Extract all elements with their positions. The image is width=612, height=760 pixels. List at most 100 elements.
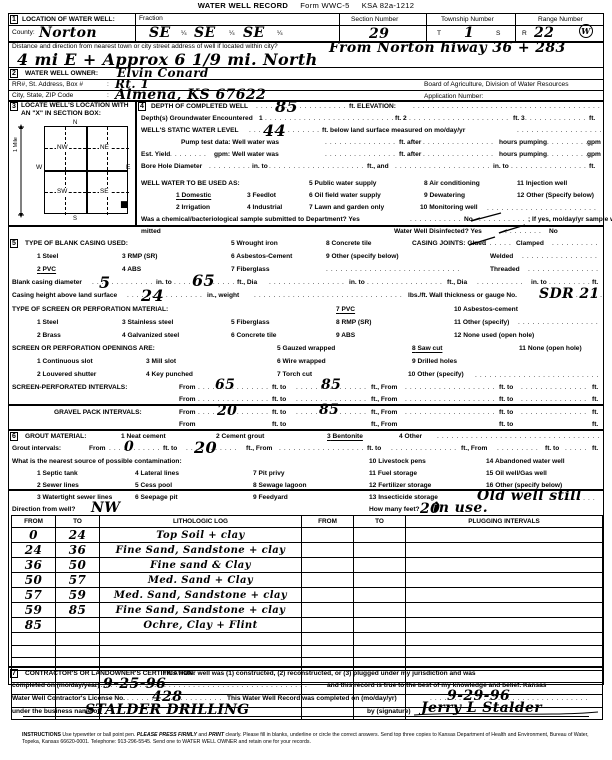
casing-type-5[interactable]: 5 Wrought iron [231,240,278,247]
log-cell-description[interactable]: Top Soil + clay [99,527,302,544]
screen-type-5[interactable]: 5 Fiberglass [231,319,270,326]
screen-type-7[interactable]: 7 PVC [336,306,355,313]
section-box[interactable]: NW NE SW SE ■ [44,126,129,215]
log-cell-from[interactable]: 0 [11,527,56,544]
plug-cell-description[interactable] [405,527,603,544]
fraction-quarter-3[interactable]: SE [243,25,265,41]
water-use-10[interactable]: 10 Monitoring well [420,204,478,211]
log-cell-to[interactable] [55,617,100,634]
perf-to-1-value[interactable]: 85 [321,377,341,393]
distance-value-line1[interactable]: From Norton hiway 36 + 283 [329,40,566,56]
screen-type-8[interactable]: 8 RMP (SR) [336,319,371,326]
casing-type-6[interactable]: 6 Asbestos-Cement [231,253,292,260]
log-cell-description[interactable]: Fine Sand, Sandstone + clay [99,542,302,559]
opening-3[interactable]: 3 Mill slot [146,358,176,365]
grout-from-1-value[interactable]: 0 [124,439,134,455]
contam-source-11[interactable]: 11 Fuel storage [369,470,417,477]
water-use-6[interactable]: 6 Oil field water supply [309,192,381,199]
contam-source-4[interactable]: 4 Lateral lines [135,470,179,477]
plug-cell-to[interactable] [353,527,406,544]
log-cell-description[interactable] [99,657,302,671]
water-use-3[interactable]: 3 Feedlot [247,192,276,199]
water-use-7[interactable]: 7 Lawn and garden only [309,204,384,211]
plug-cell-description[interactable] [405,602,603,619]
fraction-quarter-1[interactable]: SE [149,25,171,41]
plug-cell-description[interactable] [405,632,603,646]
water-use-11[interactable]: 11 Injection well [517,180,567,187]
log-cell-from[interactable]: 57 [11,587,56,604]
plug-cell-from[interactable] [301,706,354,721]
contam-source-14[interactable]: 14 Abandoned water well [486,458,565,465]
opening-10[interactable]: 10 Other (specify) [408,371,464,378]
owner-city-value[interactable]: Almena, KS 67622 [115,87,266,103]
log-cell-from[interactable]: 59 [11,602,56,619]
grout-material-4[interactable]: 4 Other [399,433,422,440]
screen-type-11[interactable]: 11 Other (specify) [454,319,509,326]
log-cell-description[interactable]: Fine sand & Clay [99,557,302,574]
opening-9[interactable]: 9 Drilled holes [412,358,457,365]
opening-11[interactable]: 11 None (open hole) [519,345,582,352]
contam-source-13[interactable]: 13 Insecticide storage [369,494,438,501]
plug-cell-to[interactable] [353,617,406,634]
casing-joints-threaded[interactable]: Threaded [490,266,520,273]
casing-type-8[interactable]: 8 Concrete tile [326,240,371,247]
log-cell-description[interactable]: Fine Sand, Sandstone + clay [99,602,302,619]
contam-source-12[interactable]: 12 Fertilizer storage [369,482,431,489]
plug-cell-description[interactable] [405,587,603,604]
water-use-4[interactable]: 4 Industrial [247,204,282,211]
fraction-quarter-2[interactable]: SE [194,25,216,41]
plug-cell-from[interactable] [301,572,354,589]
casing-type-7[interactable]: 7 Fiberglass [231,266,270,273]
screen-type-1[interactable]: 1 Steel [37,319,58,326]
casing-joints-clamped[interactable]: Clamped [516,240,544,247]
plug-cell-to[interactable] [353,572,406,589]
perf-from-1-value[interactable]: 65 [215,377,235,393]
contam-source-9[interactable]: 9 Feedyard [253,494,288,501]
plug-cell-from[interactable] [301,602,354,619]
plug-cell-from[interactable] [301,632,354,646]
plug-cell-to[interactable] [353,602,406,619]
gravel-from-1-value[interactable]: 20 [217,403,237,419]
log-cell-to[interactable]: 59 [55,587,100,604]
depth-completed-value[interactable]: 85 [275,97,298,116]
plug-cell-to[interactable] [353,657,406,671]
log-cell-to[interactable]: 24 [55,527,100,544]
plug-cell-description[interactable] [405,644,603,659]
opening-7[interactable]: 7 Torch cut [277,371,312,378]
water-use-8[interactable]: 8 Air conditioning [424,180,480,187]
log-cell-from[interactable]: 24 [11,542,56,559]
plug-cell-from[interactable] [301,542,354,559]
opening-5[interactable]: 5 Gauzed wrapped [277,345,335,352]
screen-type-10[interactable]: 10 Asbestos-cement [454,306,518,313]
grout-material-2[interactable]: 2 Cement grout [216,433,264,440]
screen-type-6[interactable]: 6 Concrete tile [231,332,276,339]
contam-source-7[interactable]: 7 Pit privy [253,470,285,477]
screen-type-4[interactable]: 4 Galvanized steel [122,332,179,339]
casing-type-2[interactable]: 2 PVC [37,266,56,273]
log-cell-to[interactable]: 85 [55,602,100,619]
plug-cell-from[interactable] [301,617,354,634]
plug-cell-from[interactable] [301,657,354,671]
contam-source-10[interactable]: 10 Livestock pens [369,458,426,465]
plug-cell-description[interactable] [405,617,603,634]
contam-source-5[interactable]: 5 Cess pool [135,482,172,489]
screen-type-9[interactable]: 9 ABS [336,332,355,339]
casing-joints-welded[interactable]: Welded [490,253,513,260]
plug-cell-to[interactable] [353,557,406,574]
log-cell-to[interactable]: 36 [55,542,100,559]
contam-source-6[interactable]: 6 Seepage pit [135,494,178,501]
log-cell-to[interactable]: 50 [55,557,100,574]
plug-cell-from[interactable] [301,644,354,659]
range-direction-circle[interactable]: W [579,24,593,38]
plug-cell-to[interactable] [353,587,406,604]
casing-height-value[interactable]: 24 [141,286,164,305]
opening-1[interactable]: 1 Continuous slot [37,358,93,365]
log-cell-description[interactable]: Med. Sand + Clay [99,572,302,589]
water-use-5[interactable]: 5 Public water supply [309,180,376,187]
casing-type-4[interactable]: 4 ABS [122,266,141,273]
contam-source-1[interactable]: 1 Septic tank [37,470,78,477]
opening-6[interactable]: 6 Wire wrapped [277,358,326,365]
grout-to-1-value[interactable]: 20 [194,438,217,457]
contam-source-8[interactable]: 8 Sewage lagoon [253,482,307,489]
plug-cell-description[interactable] [405,657,603,671]
